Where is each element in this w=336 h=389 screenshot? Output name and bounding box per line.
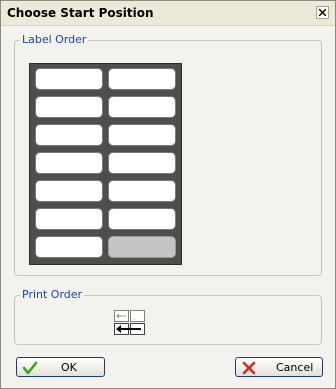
label-slot[interactable]	[35, 208, 103, 230]
cancel-label: Cancel	[276, 361, 314, 374]
label-slot[interactable]	[108, 68, 176, 90]
label-slot[interactable]	[108, 180, 176, 202]
print-order-group: Print Order	[14, 288, 322, 345]
x-icon	[242, 361, 256, 375]
close-button[interactable]	[316, 6, 329, 19]
label-slot[interactable]	[108, 96, 176, 118]
label-slot[interactable]	[108, 124, 176, 146]
title-bar: Choose Start Position	[1, 1, 335, 26]
label-slot[interactable]	[35, 96, 103, 118]
cancel-button[interactable]: Cancel	[235, 357, 323, 377]
print-order-legend: Print Order	[20, 288, 85, 301]
svg-text:.: .	[133, 314, 135, 322]
label-slot[interactable]	[35, 68, 103, 90]
close-icon	[319, 9, 326, 16]
label-grid	[29, 63, 182, 265]
label-slot[interactable]	[35, 124, 103, 146]
label-slot[interactable]	[35, 152, 103, 174]
label-slot[interactable]	[108, 208, 176, 230]
print-order-arrows-icon: .	[114, 310, 145, 335]
ok-label: OK	[61, 361, 77, 374]
checkmark-icon	[22, 361, 38, 375]
label-slot[interactable]	[35, 236, 103, 258]
label-slot[interactable]	[35, 180, 103, 202]
ok-button[interactable]: OK	[16, 357, 105, 377]
label-order-legend: Label Order	[20, 33, 89, 46]
choose-start-position-dialog: Choose Start Position Label Order Print …	[0, 0, 336, 389]
label-slot[interactable]	[108, 152, 176, 174]
label-slot-empty	[108, 236, 176, 258]
dialog-title: Choose Start Position	[7, 6, 154, 20]
